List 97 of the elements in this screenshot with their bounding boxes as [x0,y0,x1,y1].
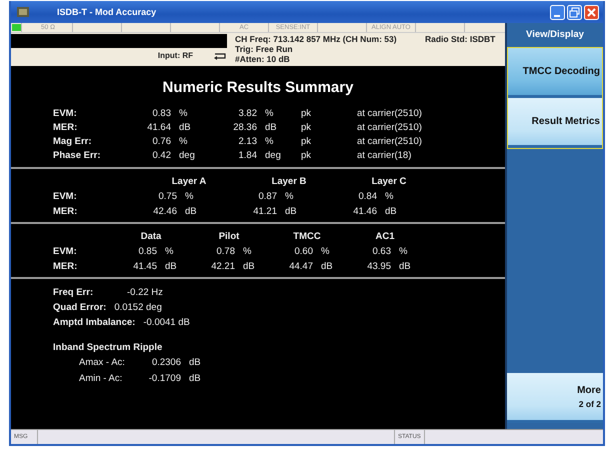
carrier-location: at carrier(18) [357,150,412,161]
unit-label: dB [399,261,412,272]
carrier-location: at carrier(2510) [357,108,423,119]
peak-value: 1.84 [238,150,258,161]
unit-label: deg [265,150,282,161]
softkey[interactable]: Result Metrics [508,98,602,148]
row-label: MER: [53,261,78,272]
table-cell-text: 42.21 [210,261,236,272]
ripple-label: Amax - Ac: [79,357,126,368]
table-cell-text: 0.85 [138,246,158,257]
menu-title: View/Display [525,28,585,42]
section-heading: Inband Spectrum Ripple [53,342,164,353]
app-icon [17,7,29,17]
table-cell-text: 43.95 [366,261,392,272]
error-value: -0.22 Hz [127,287,163,298]
unit-label: dB [265,122,278,133]
unit-label: % [185,191,194,202]
peak-label: pk [301,122,312,133]
attenuation: #Atten: 10 dB [235,54,291,64]
column-header: AC1 [374,231,396,242]
metric-value: 0.42 [152,150,172,161]
carrier-location: at carrier(2510) [357,136,423,147]
input-label: Input: RF [158,51,193,60]
minimize-button[interactable] [550,4,565,20]
metric-value: 41.64 [146,122,172,133]
peak-label: pk [301,136,312,147]
column-header: Pilot [218,231,240,242]
softkey[interactable]: More 2 of 2 [507,373,603,423]
table-cell-text: 41.21 [252,206,278,217]
metric-label: Mag Err: [53,136,93,147]
unit-label: dB [165,261,178,272]
table-cell-text: 44.47 [288,261,314,272]
peak-label: pk [301,150,312,161]
table-cell-text: 41.45 [132,261,158,272]
error-label: Amptd Imbalance: [53,317,136,328]
table-cell-text: 41.46 [352,206,378,217]
ripple-value: -0.1709 [148,373,182,384]
results-title: Numeric Results Summary [162,78,354,98]
unit-label: % [165,246,174,257]
unit-label: dB [385,206,398,217]
unit-label: dB [189,373,202,384]
unit-label: % [179,108,188,119]
peak-value: 3.82 [238,108,258,119]
peak-value: 28.36 [232,122,258,133]
metric-value: 0.83 [152,108,172,119]
unit-label: % [321,246,330,257]
error-label: Quad Error: [53,302,106,313]
unit-label: % [385,191,394,202]
metric-label: MER: [53,122,78,133]
unit-label: dB [189,357,202,368]
carrier-location: at carrier(2510) [357,122,423,133]
channel-frequency: CH Freq: 713.142 857 MHz (CH Num: 53) [235,34,398,44]
unit-label: deg [179,150,196,161]
table-cell-text: 0.87 [258,191,278,202]
restore-button[interactable] [567,4,582,20]
window-title: ISDB-T - Mod Accuracy [57,7,158,17]
metric-value: 0.76 [152,136,172,147]
peak-value: 2.13 [238,136,258,147]
loop-icon [213,52,227,60]
ripple-value: 0.2306 [150,357,182,368]
metric-label: EVM: [53,108,78,119]
error-value: 0.0152 deg [114,302,162,313]
column-header: Layer C [370,176,408,187]
row-label: MER: [53,206,78,217]
column-header: Layer A [170,176,208,187]
lxi-icon [12,23,22,32]
unit-label: dB [285,206,298,217]
table-cell-text: 0.60 [294,246,314,257]
radio-standard: Radio Std: ISDBT [425,33,496,46]
softkey[interactable]: TMCC Decoding [508,48,602,98]
column-header: TMCC [292,231,322,242]
unit-label: % [399,246,408,257]
metric-label: Phase Err: [53,150,102,161]
unit-label: % [265,108,274,119]
trigger-setting: Trig: Free Run [235,44,294,54]
unit-label: % [285,191,294,202]
table-cell-text: 0.75 [158,191,178,202]
row-label: EVM: [53,246,78,257]
column-header: Data [140,231,162,242]
unit-label: % [265,136,274,147]
error-value: -0.0041 dB [143,317,190,328]
unit-label: dB [185,206,198,217]
table-cell-text: 0.63 [372,246,392,257]
unit-label: dB [179,122,192,133]
table-cell-text: 0.84 [358,191,378,202]
unit-label: % [179,136,188,147]
row-label: EVM: [53,191,78,202]
peak-label: pk [301,108,312,119]
column-header: Layer B [270,176,308,187]
table-cell-text: 0.78 [216,246,236,257]
unit-label: dB [321,261,334,272]
table-cell-text: 42.46 [152,206,178,217]
ripple-label: Amin - Ac: [79,373,124,384]
error-label: Freq Err: [53,287,94,298]
unit-label: dB [243,261,256,272]
unit-label: % [243,246,252,257]
close-button[interactable] [584,4,599,20]
